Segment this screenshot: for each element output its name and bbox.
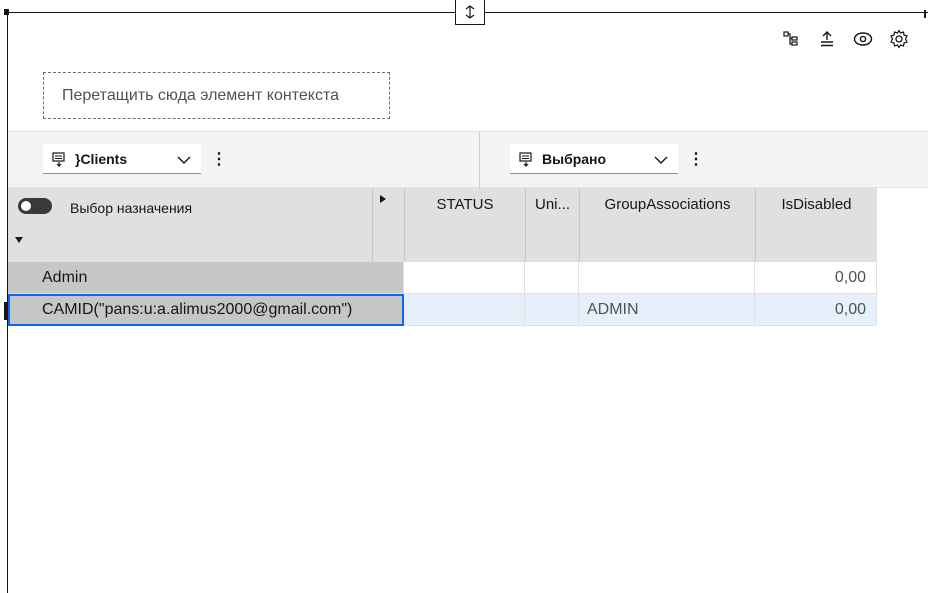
context-drop-zone[interactable]: Перетащить сюда элемент контекста [43, 72, 390, 119]
column-header-label: STATUS [436, 196, 494, 213]
table-cell[interactable] [525, 262, 579, 294]
table-cell[interactable] [404, 262, 525, 294]
table-cell[interactable] [525, 294, 579, 326]
row-header-camid[interactable]: CAMID("pans:u:a.alimus2000@gmail.com") [8, 294, 404, 326]
columns-dimension-label: Выбрано [542, 150, 607, 167]
column-header-group-associations[interactable]: GroupAssociations [579, 188, 755, 262]
collapse-caret-icon[interactable] [14, 236, 24, 244]
align-top-icon[interactable] [816, 28, 838, 50]
columns-dimension-dropdown[interactable]: Выбрано [510, 144, 678, 174]
dimension-icon [516, 151, 536, 167]
hierarchy-icon[interactable] [780, 28, 802, 50]
assignment-toggle-label: Выбор назначения [70, 200, 193, 216]
chevron-down-icon [654, 152, 668, 168]
rows-dimension-label: }Clients [75, 150, 128, 167]
row-header-admin[interactable]: Admin [8, 262, 404, 294]
resize-corner-handle-right[interactable] [924, 10, 926, 18]
move-icon [465, 5, 475, 19]
selector-divider [479, 132, 480, 188]
columns-dimension-menu-icon[interactable]: ⋮ [688, 148, 704, 170]
expand-caret-icon [380, 195, 386, 203]
view-toolbar [780, 28, 910, 50]
toggle-knob [21, 201, 31, 211]
move-handle[interactable] [455, 0, 485, 25]
assignment-toggle[interactable] [18, 198, 52, 214]
dimension-selector-bar: }Clients ⋮ Выбрано ⋮ [8, 131, 928, 188]
rows-dimension-menu-icon[interactable]: ⋮ [211, 148, 227, 170]
rows-dimension-dropdown[interactable]: }Clients [43, 144, 201, 174]
column-header-is-disabled[interactable]: IsDisabled [755, 188, 877, 262]
drop-zone-label: Перетащить сюда элемент контекста [62, 86, 339, 104]
chevron-down-icon [177, 152, 191, 168]
table-cell[interactable] [579, 262, 755, 294]
dimension-icon [49, 151, 69, 167]
row-header-label: Admin [42, 268, 88, 286]
column-header-label: Uni... [534, 196, 570, 213]
row-header-label: CAMID("pans:u:a.alimus2000@gmail.com") [42, 301, 353, 318]
gear-icon[interactable] [888, 28, 910, 50]
column-header-uni[interactable]: Uni... [525, 188, 579, 262]
eye-icon[interactable] [852, 28, 874, 50]
resize-corner-handle[interactable] [4, 9, 9, 15]
column-header-label: GroupAssociations [604, 196, 731, 213]
table-cell[interactable]: 0,00 [755, 262, 877, 294]
row-header-corner: Выбор назначения [8, 188, 372, 262]
table-cell[interactable] [404, 294, 525, 326]
table-cell[interactable]: 0,00 [755, 294, 877, 326]
table-cell[interactable]: ADMIN [579, 294, 755, 326]
column-header-status[interactable]: STATUS [404, 188, 525, 262]
column-header-label: IsDisabled [781, 196, 852, 213]
column-expand-cell[interactable] [372, 188, 404, 262]
